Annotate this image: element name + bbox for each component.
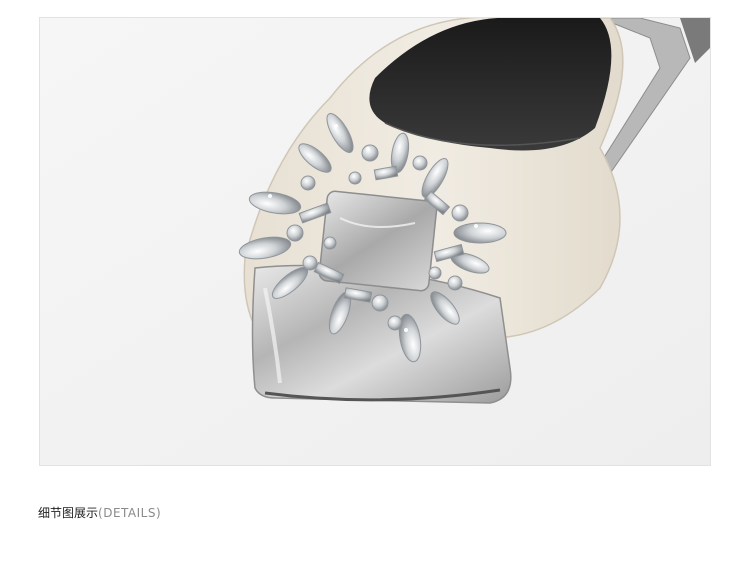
product-detail-photo [39, 17, 711, 466]
caption-title: 细节图展示 [38, 506, 99, 520]
shoe-detail-image [40, 18, 710, 465]
detail-caption: 细节图展示(DETAILS) [38, 505, 161, 521]
caption-subtitle: (DETAILS) [98, 506, 162, 520]
